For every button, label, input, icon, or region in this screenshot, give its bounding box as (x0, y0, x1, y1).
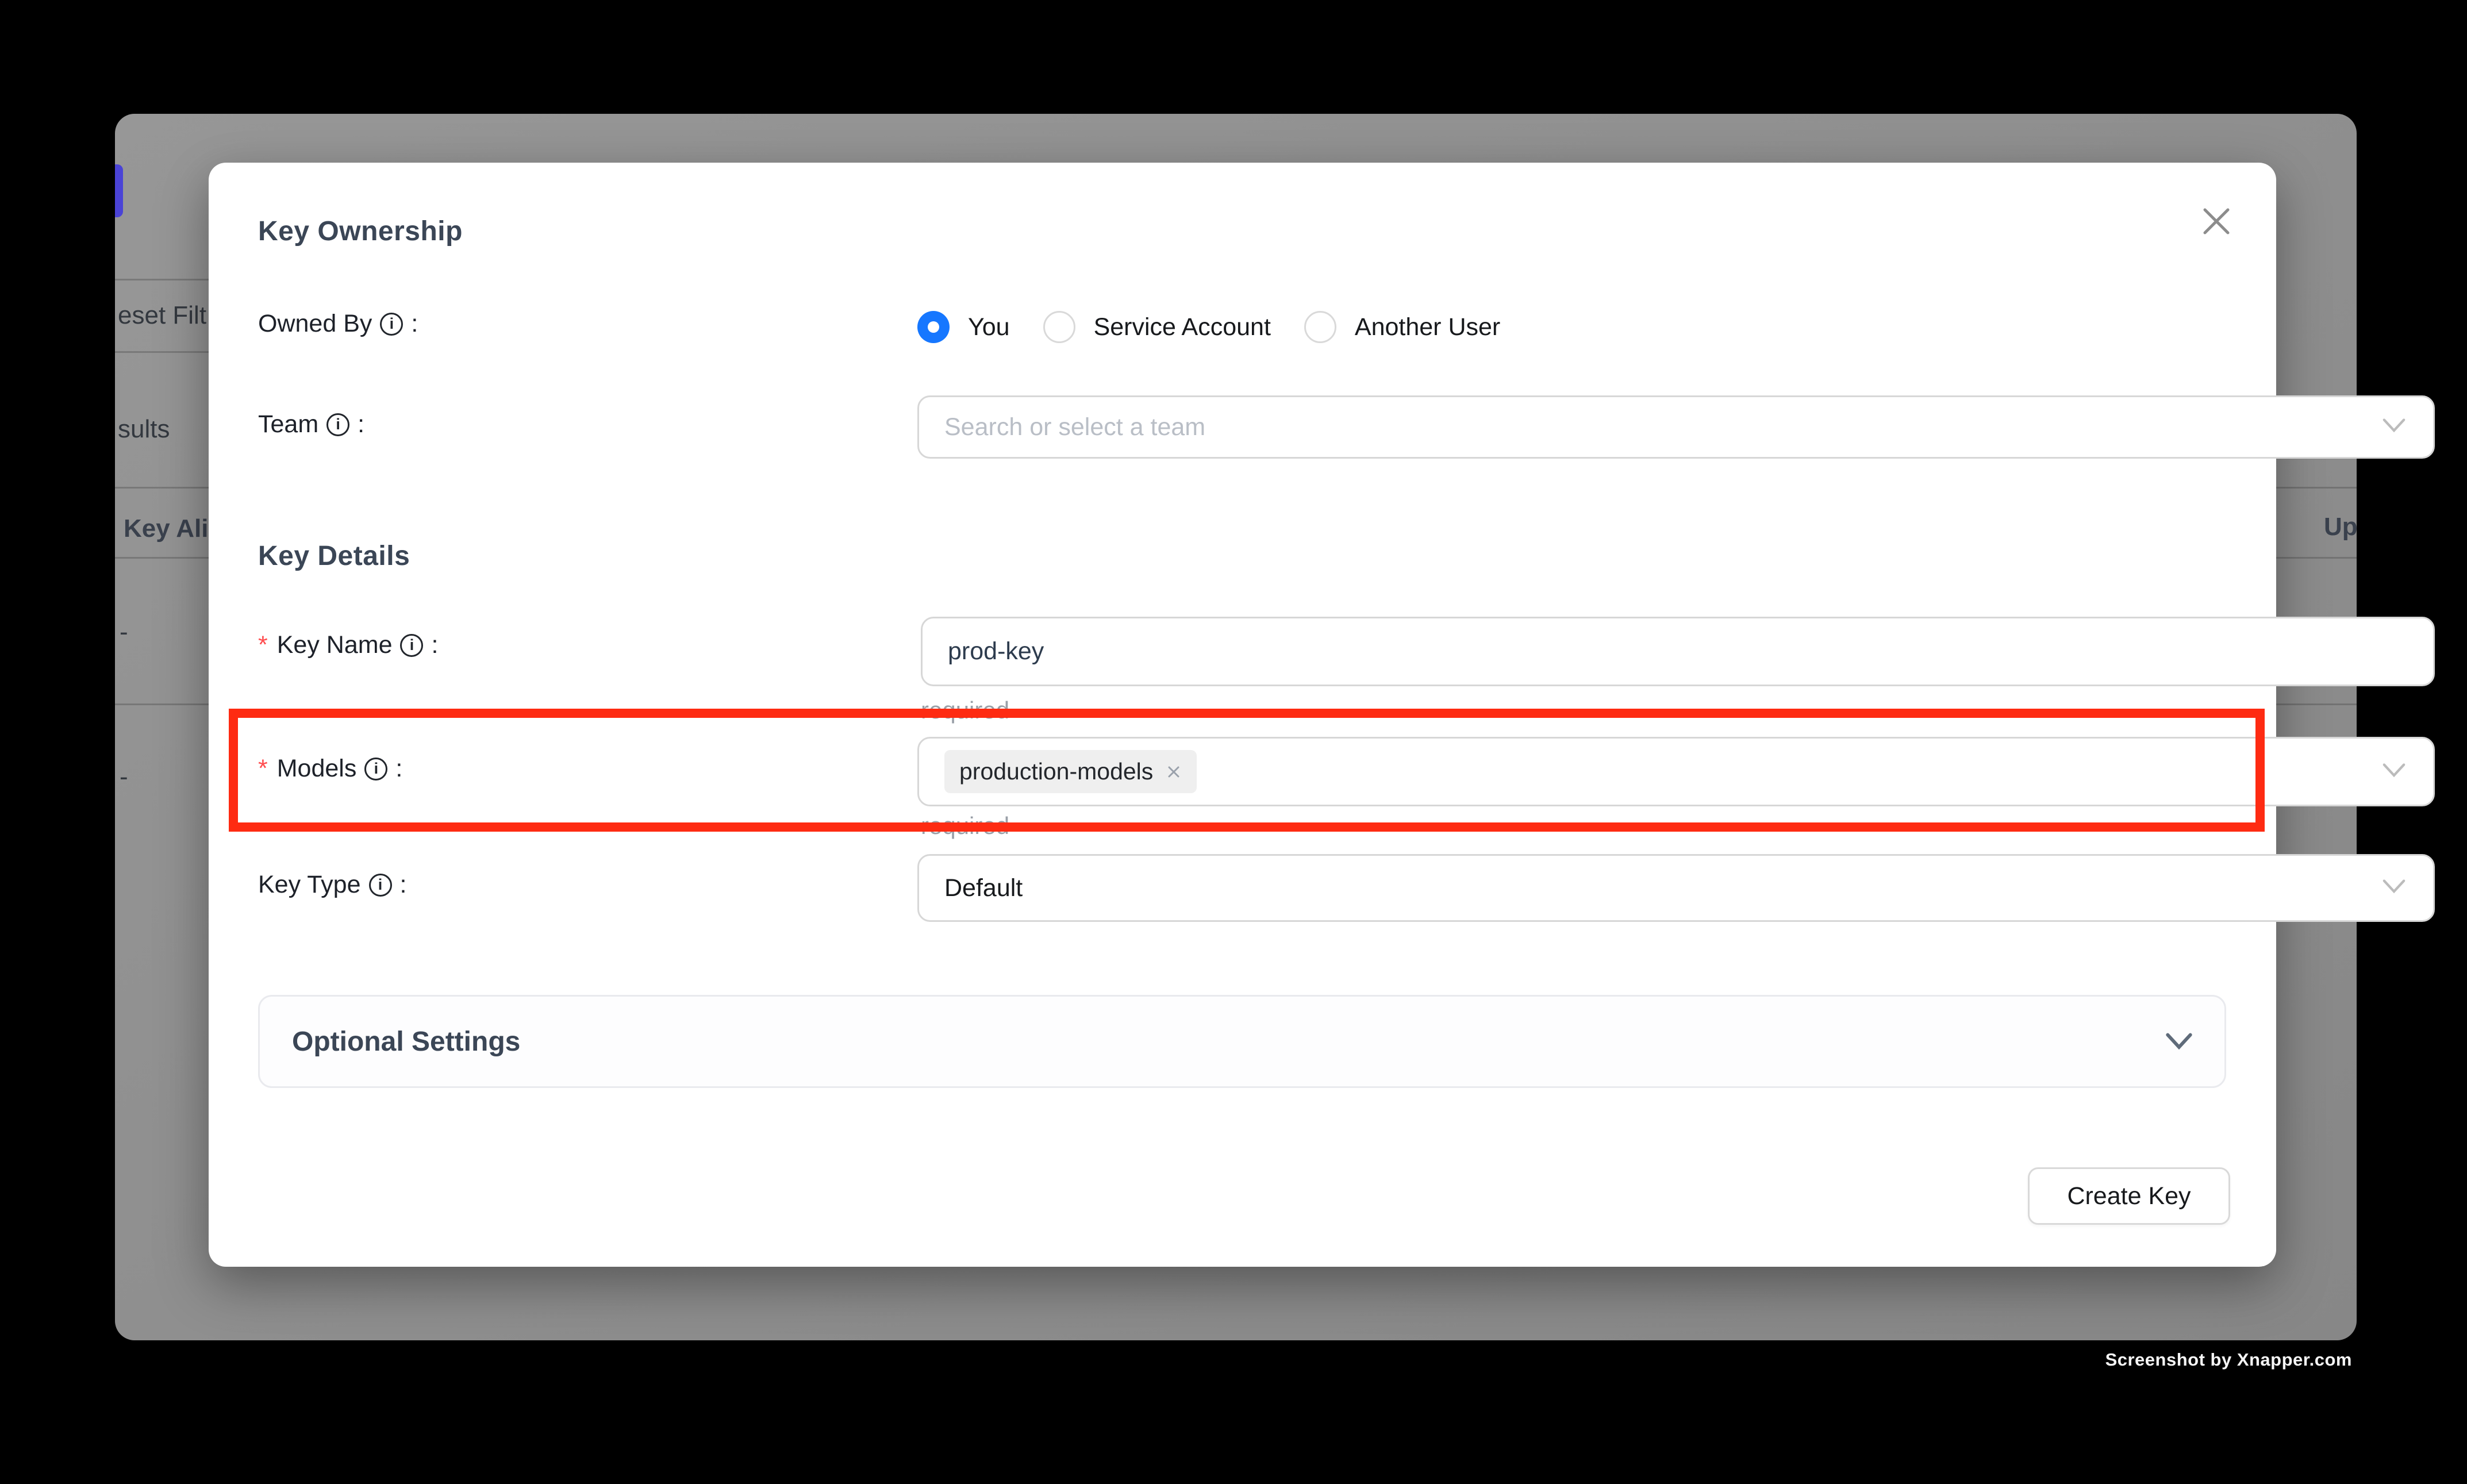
owned-by-label: Owned By i : (258, 310, 418, 338)
chevron-down-icon (2383, 763, 2405, 781)
key-name-input[interactable]: prod-key (921, 617, 2435, 686)
background-column-key-alias: Key Alia (124, 514, 222, 543)
radio-label: Another User (1355, 313, 1500, 341)
create-key-button[interactable]: Create Key (2028, 1167, 2230, 1225)
models-label: * Models i : (258, 755, 402, 783)
radio-option-you[interactable]: You (917, 311, 1010, 343)
background-primary-button-fragment (115, 164, 123, 217)
required-asterisk: * (258, 631, 268, 659)
create-key-button-label: Create Key (2067, 1182, 2191, 1210)
team-select[interactable]: Search or select a team (917, 395, 2435, 459)
radio-option-another-user[interactable]: Another User (1304, 311, 1500, 343)
key-name-label-text: Key Name (277, 631, 393, 659)
models-select[interactable]: production-models (917, 737, 2435, 806)
background-reset-filters-partial: eset Filt (118, 301, 206, 330)
background-results-partial: sults (118, 415, 170, 444)
close-button[interactable] (2199, 204, 2234, 239)
label-colon: : (358, 410, 364, 439)
info-icon[interactable]: i (364, 758, 387, 781)
key-type-label: Key Type i : (258, 871, 406, 899)
models-required-hint: required (921, 812, 1009, 840)
screenshot-canvas: eset Filt sults Key Alia Up - 11/ - 11/ … (0, 0, 2467, 1484)
remove-tag-icon[interactable] (1166, 764, 1182, 780)
background-row-alias: - (120, 618, 128, 647)
radio-label: You (968, 313, 1010, 341)
key-type-label-text: Key Type (258, 871, 361, 899)
key-type-select[interactable]: Default (917, 854, 2435, 922)
key-type-value: Default (944, 874, 1023, 902)
required-asterisk: * (258, 755, 268, 783)
radio-label: Service Account (1094, 313, 1271, 341)
models-label-text: Models (277, 755, 357, 783)
watermark-text: Screenshot by Xnapper.com (2105, 1350, 2352, 1370)
team-label: Team i : (258, 410, 364, 439)
optional-settings-accordion[interactable]: Optional Settings (258, 995, 2226, 1088)
background-row-alias: - (120, 763, 128, 791)
info-icon[interactable]: i (400, 634, 423, 657)
chevron-down-icon (2383, 879, 2405, 897)
radio-option-service-account[interactable]: Service Account (1043, 311, 1271, 343)
label-colon: : (411, 310, 418, 338)
label-colon: : (431, 631, 438, 659)
info-icon[interactable]: i (369, 874, 392, 897)
key-ownership-section-title: Key Ownership (258, 216, 463, 247)
chevron-down-icon (2383, 418, 2405, 436)
radio-unselected-icon (1043, 311, 1075, 343)
key-details-section-title: Key Details (258, 540, 410, 572)
owned-by-label-text: Owned By (258, 310, 372, 338)
selected-model-tag: production-models (944, 750, 1197, 793)
key-name-required-hint: required (921, 697, 1009, 724)
background-column-updated: Up (2324, 513, 2357, 541)
radio-selected-icon (917, 311, 950, 343)
create-key-modal: Key Ownership Owned By i : You Service A… (209, 163, 2276, 1267)
team-label-text: Team (258, 410, 318, 439)
optional-settings-title: Optional Settings (292, 1026, 520, 1058)
team-select-placeholder: Search or select a team (944, 413, 1205, 441)
label-colon: : (400, 871, 407, 899)
owned-by-radio-group: You Service Account Another User (917, 310, 1500, 344)
info-icon[interactable]: i (326, 413, 349, 436)
info-icon[interactable]: i (380, 313, 403, 336)
radio-unselected-icon (1304, 311, 1336, 343)
key-name-label: * Key Name i : (258, 631, 438, 659)
key-name-value: prod-key (948, 637, 1044, 666)
chevron-down-icon (2166, 1033, 2192, 1050)
close-icon (2201, 206, 2231, 236)
label-colon: : (395, 755, 402, 783)
selected-model-tag-text: production-models (959, 758, 1153, 785)
